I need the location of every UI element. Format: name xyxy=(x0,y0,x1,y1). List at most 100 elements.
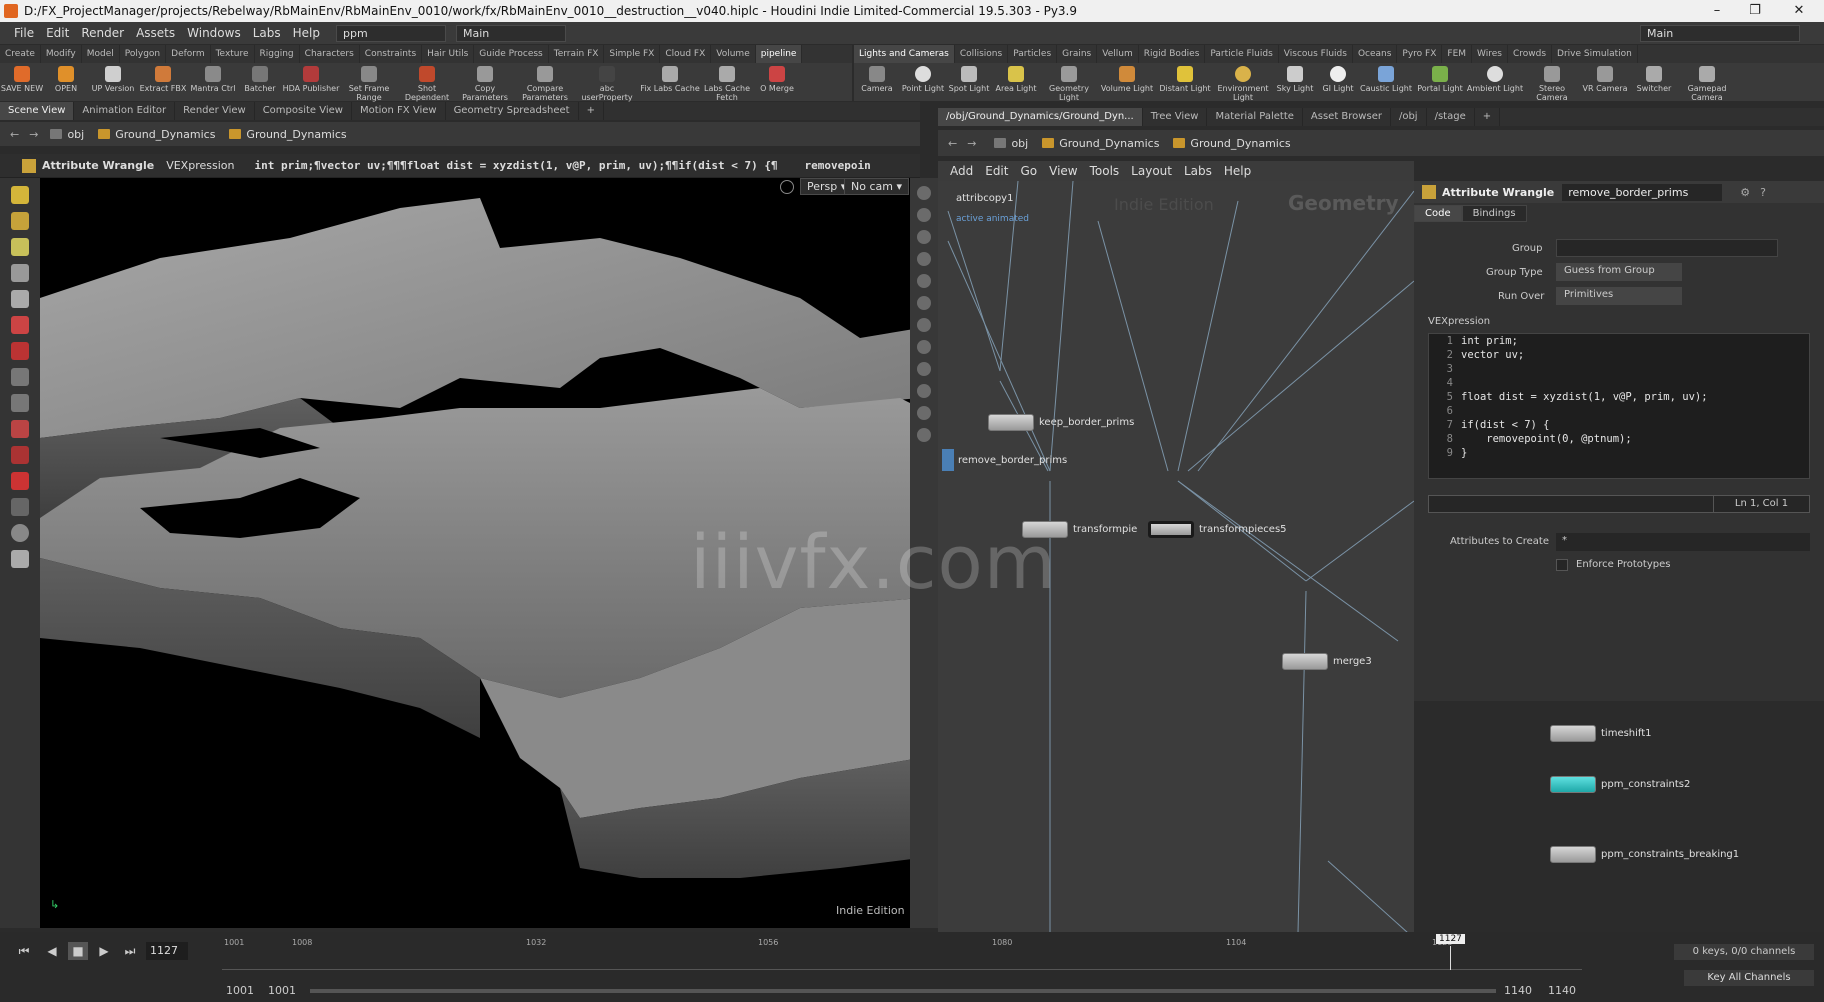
light-view-icon[interactable] xyxy=(11,550,29,568)
menu-assets[interactable]: Assets xyxy=(130,26,181,40)
camera-menu[interactable]: No cam ▾ xyxy=(844,178,909,195)
tool-area-light[interactable]: Area Light xyxy=(992,63,1040,93)
shelf-tab-texture[interactable]: Texture xyxy=(211,45,255,63)
tool-geometry-light[interactable]: Geometry Light xyxy=(1040,63,1098,102)
shelf-tab-crowds[interactable]: Crowds xyxy=(1508,45,1553,63)
tool-compare-parameters[interactable]: Compare Parameters xyxy=(514,63,576,102)
move-tool-icon[interactable] xyxy=(11,212,29,230)
tab-code[interactable]: Code xyxy=(1414,205,1462,222)
menu-render[interactable]: Render xyxy=(75,26,130,40)
shelf-tab-characters[interactable]: Characters xyxy=(300,45,360,63)
tab-bindings[interactable]: Bindings xyxy=(1461,205,1527,222)
scene-viewport[interactable]: Persp ▾ No cam ▾ Indie Edition ↳ xyxy=(40,178,920,928)
gear-icon[interactable]: ⚙ xyxy=(1740,186,1750,199)
shelf-tab-model[interactable]: Model xyxy=(82,45,120,63)
tab-geometry-spreadsheet[interactable]: Geometry Spreadsheet xyxy=(446,102,579,120)
node-transformpieces5[interactable]: transformpieces5 xyxy=(1148,521,1287,538)
tool-mantra-ctrl[interactable]: Mantra Ctrl xyxy=(188,63,238,93)
backface-icon[interactable] xyxy=(917,296,931,310)
node-timeshift1[interactable]: timeshift1 xyxy=(1550,725,1652,742)
crumb-ground-dynamics-1[interactable]: Ground_Dynamics xyxy=(1042,137,1159,150)
shelf-tab-viscous-fluids[interactable]: Viscous Fluids xyxy=(1279,45,1353,63)
snapshot-icon[interactable] xyxy=(917,384,931,398)
grid-icon[interactable] xyxy=(917,406,931,420)
shelf-tab-particle-fluids[interactable]: Particle Fluids xyxy=(1205,45,1279,63)
tool-volume-light[interactable]: Volume Light xyxy=(1098,63,1156,93)
tool-switcher[interactable]: Switcher xyxy=(1630,63,1678,93)
range-end-field[interactable]: 1140 xyxy=(1504,984,1532,997)
handle-icon[interactable] xyxy=(11,368,29,386)
add-tab-button[interactable]: + xyxy=(579,102,604,120)
camera-icon[interactable] xyxy=(917,362,931,376)
shelf-tab-particles[interactable]: Particles xyxy=(1008,45,1058,63)
tool-abc-userproperty[interactable]: abc userProperty xyxy=(576,63,638,102)
tool-ambient-light[interactable]: Ambient Light xyxy=(1466,63,1524,93)
net-menu-view[interactable]: View xyxy=(1049,164,1077,178)
tab-stage[interactable]: /stage xyxy=(1427,108,1475,126)
net-menu-tools[interactable]: Tools xyxy=(1090,164,1120,178)
tab-render-view[interactable]: Render View xyxy=(175,102,255,120)
tool-environment-light[interactable]: Environment Light xyxy=(1214,63,1272,102)
tool-spot-light[interactable]: Spot Light xyxy=(946,63,992,93)
tool-save-new[interactable]: SAVE NEW xyxy=(0,63,44,93)
tool-fix-labs-cache[interactable]: Fix Labs Cache xyxy=(638,63,702,93)
net-menu-layout[interactable]: Layout xyxy=(1131,164,1172,178)
tool-shot-dependent[interactable]: Shot Dependent xyxy=(398,63,456,102)
tool-o-merge[interactable]: O Merge xyxy=(752,63,802,93)
node-name-field[interactable]: removepoin xyxy=(804,159,870,172)
points-icon[interactable] xyxy=(917,318,931,332)
shelf-tab-deform[interactable]: Deform xyxy=(166,45,211,63)
node-attribcopy1[interactable]: attribcopy1 active animated xyxy=(956,193,1029,224)
close-button[interactable]: ✕ xyxy=(1776,0,1822,22)
vex-inline-field[interactable]: int prim;¶vector uv;¶¶¶float dist = xyzd… xyxy=(254,159,794,172)
shelf-tab-collisions[interactable]: Collisions xyxy=(955,45,1009,63)
right-desktop-select[interactable]: Main xyxy=(1640,24,1800,42)
tab-network-path[interactable]: /obj/Ground_Dynamics/Ground_Dyn... xyxy=(938,108,1143,126)
node-merge3[interactable]: merge3 xyxy=(1282,653,1372,670)
tool-sky-light[interactable]: Sky Light xyxy=(1272,63,1318,93)
crumb-ground-dynamics-2[interactable]: Ground_Dynamics xyxy=(1173,137,1291,150)
select-tool-icon[interactable] xyxy=(11,186,29,204)
node-keep-border-prims[interactable]: keep_border_prims xyxy=(988,414,1134,431)
menu-edit[interactable]: Edit xyxy=(40,26,75,40)
shelf-tab-cloud-fx[interactable]: Cloud FX xyxy=(660,45,712,63)
node-ppm-constraints-breaking1[interactable]: ppm_constraints_breaking1 xyxy=(1550,846,1739,863)
shelf-tab-create[interactable]: Create xyxy=(0,45,41,63)
shelf-tab-fem[interactable]: FEM xyxy=(1442,45,1473,63)
ghost-icon[interactable] xyxy=(917,274,931,288)
shelf-tab-hair-utils[interactable]: Hair Utils xyxy=(422,45,475,63)
shelf-tab-vellum[interactable]: Vellum xyxy=(1097,45,1139,63)
render-region-icon[interactable] xyxy=(11,498,29,516)
magnet-icon[interactable] xyxy=(11,316,29,334)
net-menu-help[interactable]: Help xyxy=(1224,164,1251,178)
display-options-icon[interactable] xyxy=(917,186,931,200)
camera-view-icon[interactable] xyxy=(11,524,29,542)
pose-icon[interactable] xyxy=(11,420,29,438)
shelf-tab-guide-process[interactable]: Guide Process xyxy=(474,45,549,63)
run-over-select[interactable]: Primitives xyxy=(1556,287,1682,305)
tab-scene-view[interactable]: Scene View xyxy=(0,102,75,120)
menu-labs[interactable]: Labs xyxy=(247,26,287,40)
tab-animation-editor[interactable]: Animation Editor xyxy=(74,102,176,120)
tab-composite-view[interactable]: Composite View xyxy=(255,102,352,120)
tab-asset-browser[interactable]: Asset Browser xyxy=(1303,108,1391,126)
menu-file[interactable]: File xyxy=(8,26,40,40)
menu-windows[interactable]: Windows xyxy=(181,26,247,40)
tool-distant-light[interactable]: Distant Light xyxy=(1156,63,1214,93)
shelf-tab-drive-simulation[interactable]: Drive Simulation xyxy=(1552,45,1638,63)
tool-labs-cache-fetch[interactable]: Labs Cache Fetch xyxy=(702,63,752,102)
maximize-button[interactable]: ❐ xyxy=(1732,0,1778,22)
vex-code-editor[interactable]: 1 int prim; 2 vector uv; 3 4 5 float dist =… xyxy=(1428,333,1810,479)
net-menu-add[interactable]: Add xyxy=(950,164,973,178)
net-menu-go[interactable]: Go xyxy=(1020,164,1037,178)
tab-obj[interactable]: /obj xyxy=(1391,108,1427,126)
tab-material-palette[interactable]: Material Palette xyxy=(1207,108,1303,126)
net-menu-edit[interactable]: Edit xyxy=(985,164,1008,178)
menu-help[interactable]: Help xyxy=(287,26,326,40)
tool-portal-light[interactable]: Portal Light xyxy=(1414,63,1466,93)
wireframe-icon[interactable] xyxy=(917,230,931,244)
go-end-button[interactable]: ⏭ xyxy=(120,942,140,960)
lighting-icon[interactable] xyxy=(917,252,931,266)
timeline-ruler[interactable]: 1001 1008 1032 1056 1080 1104 1128 1127 xyxy=(222,934,1582,970)
node-transformpie[interactable]: transformpie xyxy=(1022,521,1137,538)
